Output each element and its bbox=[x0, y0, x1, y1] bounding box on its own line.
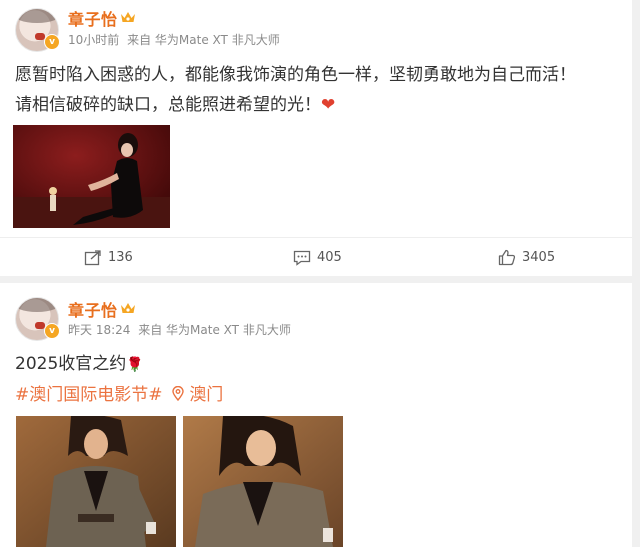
crown-icon bbox=[121, 303, 135, 313]
post-card: v 章子怡 10小时前 来自 华为Mate XT 非凡大师 愿暂时陷入困惑的人，… bbox=[0, 0, 632, 276]
repost-button[interactable]: 136 bbox=[84, 238, 133, 277]
crown-icon bbox=[121, 12, 135, 22]
post-text-line: 愿暂时陷入困惑的人，都能像我饰演的角色一样，坚韧勇敢地为自己而活！ bbox=[15, 65, 576, 85]
location-pin-icon bbox=[172, 385, 184, 402]
post-meta-2: 昨天 18:24 来自 华为Mate XT 非凡大师 bbox=[68, 321, 291, 338]
post-text-segment: 请相信破碎的缺口，总能照进希望的光！ bbox=[15, 95, 321, 115]
post-source-2: 来自 华为Mate XT 非凡大师 bbox=[138, 323, 291, 337]
author-name[interactable]: 章子怡 bbox=[68, 6, 118, 30]
post-text: 愿暂时陷入困惑的人，都能像我饰演的角色一样，坚韧勇敢地为自己而活！ 请相信破碎的… bbox=[15, 60, 625, 120]
heart-emoji: ❤ bbox=[321, 95, 336, 115]
like-count: 3405 bbox=[522, 250, 556, 265]
post-meta: 10小时前 来自 华为Mate XT 非凡大师 bbox=[68, 31, 280, 48]
repost-icon bbox=[84, 249, 101, 265]
topic-link[interactable]: #澳门国际电影节# bbox=[15, 385, 163, 405]
post-time-2[interactable]: 昨天 18:24 bbox=[68, 323, 130, 337]
like-button[interactable]: 3405 bbox=[498, 238, 555, 277]
post-text-line-2: 请相信破碎的缺口，总能照进希望的光！❤ bbox=[15, 90, 625, 120]
post-time[interactable]: 10小时前 bbox=[68, 33, 119, 47]
post-text-segment: 2025收官之约 bbox=[15, 354, 127, 374]
location-link[interactable]: 澳门 bbox=[172, 385, 223, 405]
comment-icon bbox=[293, 250, 311, 266]
rose-emoji: 🌹 bbox=[126, 357, 144, 373]
verified-badge-icon: v bbox=[44, 323, 60, 339]
comment-count: 405 bbox=[317, 250, 342, 265]
thumbs-up-icon bbox=[498, 249, 516, 266]
post-card-2: v 章子怡 昨天 18:24 来自 华为Mate XT 非凡大师 2025收官之… bbox=[0, 283, 632, 547]
action-bar: 136 405 3405 bbox=[0, 237, 632, 277]
post-text-line: 2025收官之约🌹 bbox=[15, 349, 625, 380]
post-photo-2[interactable] bbox=[183, 416, 343, 547]
location-label: 澳门 bbox=[189, 385, 224, 405]
comment-button[interactable]: 405 bbox=[293, 238, 342, 277]
author-name-2[interactable]: 章子怡 bbox=[68, 297, 118, 321]
post-text-2: 2025收官之约🌹 #澳门国际电影节# 澳门 bbox=[15, 349, 625, 410]
topic-row: #澳门国际电影节# 澳门 bbox=[15, 380, 625, 410]
post-source: 来自 华为Mate XT 非凡大师 bbox=[127, 33, 280, 47]
verified-badge-icon: v bbox=[44, 34, 60, 50]
post-photo[interactable] bbox=[13, 125, 170, 228]
repost-count: 136 bbox=[108, 250, 133, 265]
post-photo-1[interactable] bbox=[16, 416, 176, 547]
